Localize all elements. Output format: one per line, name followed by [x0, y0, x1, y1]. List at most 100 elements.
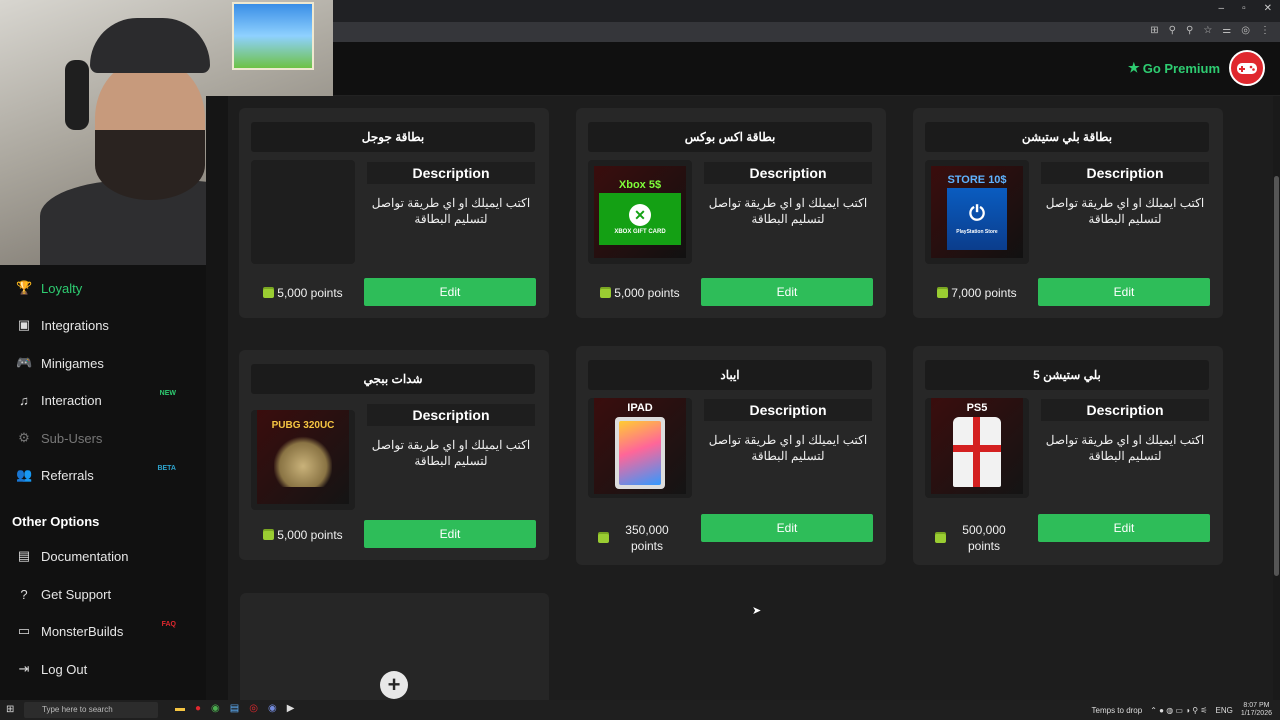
translate-icon[interactable]: ⊞ [1150, 25, 1158, 36]
close-icon[interactable]: ✕ [1264, 3, 1272, 14]
beta-badge: BETA [157, 465, 176, 472]
menu-icon[interactable]: ⋮ [1260, 25, 1270, 36]
logout-icon: ⇥ [18, 661, 30, 676]
reward-card-playstation: بطاقة بلي ستيشن STORE 10$ ⏻ PlayStation … [913, 108, 1223, 318]
description-heading: Description [367, 404, 535, 426]
taskbar-search-input[interactable]: Type here to search [24, 702, 158, 718]
edit-button[interactable]: Edit [701, 514, 873, 542]
faq-badge: FAQ [161, 621, 176, 628]
card-title: ايباد [588, 360, 872, 390]
chrome-icon[interactable]: ◉ [211, 703, 220, 714]
sidebar-item-label: Loyalty [41, 280, 83, 296]
extensions-icon[interactable]: ⚌ [1222, 25, 1231, 36]
page-scrollbar[interactable] [1273, 96, 1280, 700]
app-icon[interactable]: ▤ [230, 703, 239, 714]
gear-icon: ⚙ [18, 430, 30, 445]
sidebar-item-label: Documentation [41, 548, 129, 564]
sidebar-item-label: MonsterBuilds [41, 623, 124, 639]
sidebar-item-documentation[interactable]: ▤ Documentation [0, 538, 206, 574]
edit-button[interactable]: Edit [364, 278, 536, 306]
star-icon[interactable]: ☆ [1203, 25, 1212, 36]
playstation-card-sublabel: PlayStation Store [956, 229, 998, 235]
playstation-card-image: STORE 10$ ⏻ PlayStation Store [925, 160, 1029, 264]
clock-time: 8:07 PM [1243, 702, 1270, 709]
gamepad-icon: 🎮 [16, 355, 33, 370]
scrollbar-thumb[interactable] [1274, 176, 1279, 576]
media-player-icon[interactable]: ▶ [287, 703, 295, 714]
sidebar-item-get-support[interactable]: ? Get Support [0, 576, 206, 612]
sidebar-item-minigames[interactable]: 🎮 Minigames [0, 345, 206, 381]
description-text: اكتب ايميلك او اي طريقة تواصل لتسليم الب… [708, 196, 868, 226]
plus-icon[interactable]: + [380, 671, 408, 699]
zoom-icon[interactable]: ⚲ [1169, 25, 1176, 36]
pubg-card-label: PUBG 320UC [271, 420, 335, 431]
points-value: 5,000 points [277, 528, 343, 542]
coins-icon [263, 288, 275, 298]
points-label: 5,000 points [588, 286, 692, 300]
restore-icon[interactable]: ▫ [1242, 3, 1246, 14]
book-icon: ▤ [17, 548, 31, 563]
reward-card-google: بطاقة جوجل Description اكتب ايميلك او اي… [239, 108, 549, 318]
wall-art [232, 2, 314, 70]
edit-button[interactable]: Edit [364, 520, 536, 548]
description-heading: Description [367, 162, 535, 184]
app-icon[interactable]: ◎ [249, 703, 258, 714]
xbox-card-label: Xbox 5$ [618, 179, 662, 191]
windows-start-icon[interactable]: ⊞ [6, 704, 14, 715]
description-text: اكتب ايميلك او اي طريقة تواصل لتسليم الب… [1045, 196, 1205, 226]
rewards-grid: بطاقة جوجل Description اكتب ايميلك او اي… [228, 96, 1273, 700]
xbox-card-image: Xbox 5$ ✕ XBOX GIFT CARD [588, 160, 692, 264]
minimize-icon[interactable]: – [1219, 3, 1225, 14]
monitor-icon: ▭ [17, 623, 31, 638]
taskbar-apps: ▬ ● ◉ ▤ ◎ ◉ ▶ [175, 703, 294, 714]
discord-icon[interactable]: ◉ [268, 703, 277, 714]
sidebar-item-sub-users[interactable]: ⚙ Sub-Users [0, 420, 206, 456]
weather-text[interactable]: Temps to drop [1092, 706, 1143, 715]
trophy-icon: 🏆 [16, 280, 33, 295]
system-tray: Temps to drop ⌃ ● ◍ ▭ ◑ ⚲ ⚟ ENG 8:07 PM … [1092, 700, 1272, 720]
help-icon: ? [20, 586, 28, 602]
opera-icon[interactable]: ● [195, 703, 201, 714]
card-title: بطاقة جوجل [251, 122, 535, 152]
webcam-beard [95, 130, 205, 200]
coins-icon [598, 533, 609, 543]
ps5-console-icon [953, 417, 1001, 487]
sidebar-item-integrations[interactable]: ▣ Integrations [0, 307, 206, 343]
profile-icon[interactable]: ◎ [1241, 25, 1250, 36]
ipad-card-image: IPAD [588, 398, 692, 498]
go-premium-button[interactable]: ★ Go Premium [1128, 60, 1220, 76]
sidebar-item-label: Log Out [41, 661, 88, 677]
edit-button[interactable]: Edit [701, 278, 873, 306]
description-heading: Description [704, 399, 872, 421]
sidebar-item-monsterbuilds[interactable]: ▭ MonsterBuilds FAQ [0, 613, 206, 649]
ipad-device-icon [615, 417, 665, 489]
sidebar-item-label: Integrations [41, 317, 109, 333]
xbox-card-sublabel: XBOX GIFT CARD [614, 228, 666, 235]
sidebar-item-referrals[interactable]: 👥 Referrals BETA [0, 457, 206, 493]
sidebar-item-label: Sub-Users [41, 430, 103, 446]
edit-button[interactable]: Edit [1038, 278, 1210, 306]
sidebar-edge [206, 96, 228, 700]
tray-icons[interactable]: ⌃ ● ◍ ▭ ◑ ⚲ ⚟ [1150, 706, 1207, 715]
add-reward-card[interactable]: + [240, 593, 549, 700]
sidebar-item-log-out[interactable]: ⇥ Log Out [0, 651, 206, 687]
clock[interactable]: 8:07 PM 1/17/2026 [1241, 702, 1272, 718]
points-label: 500,000 points [925, 522, 1029, 554]
integrations-icon: ▣ [17, 317, 31, 332]
gamepad-avatar-icon[interactable] [1229, 50, 1265, 86]
edit-button[interactable]: Edit [1038, 514, 1210, 542]
address-bar[interactable]: ⊞ ⚲ ⚲ ☆ ⚌ ◎ ⋮ [333, 22, 1280, 42]
sidebar-item-label: Minigames [41, 355, 104, 371]
sidebar-item-loyalty[interactable]: 🏆 Loyalty [0, 270, 206, 306]
search-icon[interactable]: ⚲ [1186, 25, 1193, 36]
google-card-image [251, 160, 355, 264]
coins-pile-icon [274, 435, 332, 487]
star-icon: ★ [1128, 60, 1140, 75]
coins-icon [937, 288, 949, 298]
file-explorer-icon[interactable]: ▬ [175, 703, 185, 714]
description-text: اكتب ايميلك او اي طريقة تواصل لتسليم الب… [1045, 433, 1205, 463]
sidebar-item-interaction[interactable]: ♫ Interaction NEW [0, 382, 206, 418]
language-indicator[interactable]: ENG [1216, 706, 1233, 715]
address-bar-icons: ⊞ ⚲ ⚲ ☆ ⚌ ◎ ⋮ [1150, 25, 1270, 36]
new-badge: NEW [159, 390, 176, 397]
